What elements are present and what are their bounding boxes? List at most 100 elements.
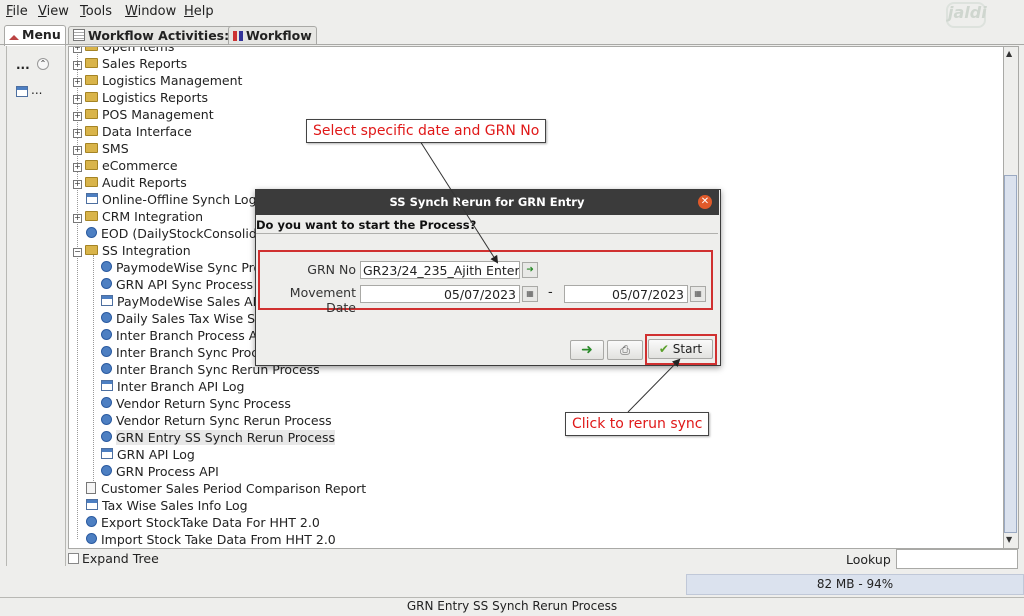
tree-item-vendor-return-sync-rerun[interactable]: Vendor Return Sync Rerun Process: [101, 412, 332, 429]
calendar-icon[interactable]: ▦: [522, 286, 538, 302]
collapse-icon[interactable]: −: [73, 248, 82, 257]
start-highlight: [645, 334, 717, 365]
calendar-icon[interactable]: ▦: [690, 286, 706, 302]
tree-item-grn-api-log[interactable]: GRN API Log: [101, 446, 195, 463]
tree-item-inter-branch-sync[interactable]: Inter Branch Sync Proce: [101, 344, 266, 361]
menu-tools[interactable]: Tools: [80, 4, 112, 19]
tree-item-import-stocktake[interactable]: Import Stock Take Data From HHT 2.0: [86, 531, 336, 548]
tree-item-open-items[interactable]: + Open Items: [73, 47, 174, 55]
grn-no-field[interactable]: GR23/24_235_Ajith Enter: [360, 261, 520, 279]
tree-item-data-interface[interactable]: + Data Interface: [73, 123, 192, 140]
scrollbar-thumb[interactable]: [1004, 175, 1017, 533]
folder-icon: [85, 177, 98, 187]
expand-icon[interactable]: +: [73, 47, 82, 53]
expand-icon[interactable]: +: [73, 180, 82, 189]
tab-workflow-activities[interactable]: Workflow Activities: 0: [68, 26, 248, 45]
folder-icon: [85, 126, 98, 136]
folder-icon: [85, 109, 98, 119]
tree-item-grn-process-api[interactable]: GRN Process API: [101, 463, 219, 480]
grn-no-label: GRN No: [307, 262, 356, 277]
callout-select-date-grn: Select specific date and GRN No: [306, 119, 547, 143]
window-icon: [101, 380, 113, 391]
tree-item-inter-branch-api-log[interactable]: Inter Branch API Log: [101, 378, 244, 395]
tree-item-logistics-reports[interactable]: + Logistics Reports: [73, 89, 208, 106]
process-icon: [101, 414, 112, 425]
lookup-go-icon[interactable]: ➜: [522, 262, 538, 278]
expand-icon[interactable]: +: [73, 163, 82, 172]
tree-item-eod[interactable]: EOD (DailyStockConsolida: [86, 225, 264, 242]
process-icon: [101, 346, 112, 357]
tree-item-customer-sales-period[interactable]: Customer Sales Period Comparison Report: [86, 480, 366, 497]
tree-item-daily-sales-tax[interactable]: Daily Sales Tax Wise Sy: [101, 310, 263, 327]
tree-item-crm-integration[interactable]: + CRM Integration: [73, 208, 203, 225]
collapse-icon[interactable]: ⌃: [37, 58, 49, 70]
process-icon: [86, 227, 97, 238]
tree-item-online-offline-synch-log[interactable]: Online-Offline Synch Log: [86, 191, 257, 208]
tree-item-paymodewise-sync[interactable]: PaymodeWise Sync Proc: [101, 259, 268, 276]
menu-window[interactable]: Window: [125, 4, 176, 19]
menu-help[interactable]: Help: [184, 4, 214, 19]
tree-item-logistics-management[interactable]: + Logistics Management: [73, 72, 242, 89]
menu-file[interactable]: File: [6, 4, 28, 19]
tree-item-tax-wise-sales-log[interactable]: Tax Wise Sales Info Log: [86, 497, 248, 514]
tab-workflow-label: Workflow: [246, 28, 312, 43]
folder-icon: [85, 75, 98, 85]
date-to-field[interactable]: 05/07/2023: [564, 285, 688, 303]
expand-icon[interactable]: +: [73, 61, 82, 70]
expand-tree-checkbox[interactable]: Expand Tree: [68, 551, 159, 566]
process-icon: [86, 516, 97, 527]
process-icon: [101, 465, 112, 476]
date-separator: -: [548, 285, 553, 300]
expand-icon[interactable]: +: [73, 129, 82, 138]
process-icon: [101, 278, 112, 289]
expand-icon[interactable]: +: [73, 112, 82, 121]
process-icon: [101, 261, 112, 272]
tree-item-ss-integration[interactable]: − SS Integration: [73, 242, 191, 259]
tree-item-pos-management[interactable]: + POS Management: [73, 106, 214, 123]
lookup-input[interactable]: [896, 549, 1018, 569]
process-icon: [101, 329, 112, 340]
left-panel-item-1[interactable]: ...: [16, 58, 30, 72]
close-icon[interactable]: ✕: [698, 195, 712, 209]
tree-item-grn-entry-ss-synch-rerun[interactable]: GRN Entry SS Synch Rerun Process: [101, 429, 335, 446]
tree-item-sms[interactable]: + SMS: [73, 140, 129, 157]
home-icon: [9, 35, 19, 40]
checkbox-icon[interactable]: [68, 553, 79, 564]
folder-open-icon: [85, 245, 98, 255]
jaldi-logo: jaldi: [946, 2, 987, 28]
dialog-title: SS Synch Rerun for GRN Entry: [255, 189, 719, 215]
process-icon: [86, 533, 97, 544]
left-panel-item-2[interactable]: ...: [31, 83, 42, 97]
print-icon: ⎙: [620, 343, 630, 357]
tree-item-paymodewise-sales-api[interactable]: PayModeWise Sales API: [101, 293, 264, 310]
tree-item-ecommerce[interactable]: + eCommerce: [73, 157, 178, 174]
folder-icon: [85, 92, 98, 102]
tree-item-grn-api-sync[interactable]: GRN API Sync Process: [101, 276, 253, 293]
memory-indicator[interactable]: 82 MB - 94%: [686, 574, 1024, 595]
tab-workflow[interactable]: Workflow: [228, 26, 317, 45]
tree-item-export-stocktake[interactable]: Export StockTake Data For HHT 2.0: [86, 514, 320, 531]
expand-icon[interactable]: +: [73, 214, 82, 223]
tree-item-inter-branch-process-api[interactable]: Inter Branch Process AP: [101, 327, 265, 344]
refresh-button[interactable]: ➜: [570, 340, 604, 360]
print-button[interactable]: ⎙: [607, 340, 643, 360]
window-icon: [101, 295, 113, 306]
window-icon: [101, 448, 113, 459]
date-from-field[interactable]: 05/07/2023: [360, 285, 520, 303]
scroll-up-icon[interactable]: ▲: [1006, 49, 1012, 58]
scroll-down-icon[interactable]: ▼: [1006, 535, 1012, 544]
expand-icon[interactable]: +: [73, 95, 82, 104]
folder-icon: [85, 143, 98, 153]
tab-menu-label: Menu: [22, 27, 61, 42]
tab-menu[interactable]: Menu: [4, 25, 66, 46]
expand-icon[interactable]: +: [73, 78, 82, 87]
folder-icon: [85, 211, 98, 221]
tree-item-audit-reports[interactable]: + Audit Reports: [73, 174, 187, 191]
tree-item-vendor-return-sync[interactable]: Vendor Return Sync Process: [101, 395, 291, 412]
tree-item-sales-reports[interactable]: + Sales Reports: [73, 55, 187, 72]
expand-icon[interactable]: +: [73, 146, 82, 155]
menu-view[interactable]: View: [38, 4, 69, 19]
report-icon: [86, 482, 96, 494]
tab-workflow-activities-label: Workflow Activities: 0: [88, 28, 243, 43]
left-panel: ... ⌃ ...: [6, 46, 66, 566]
